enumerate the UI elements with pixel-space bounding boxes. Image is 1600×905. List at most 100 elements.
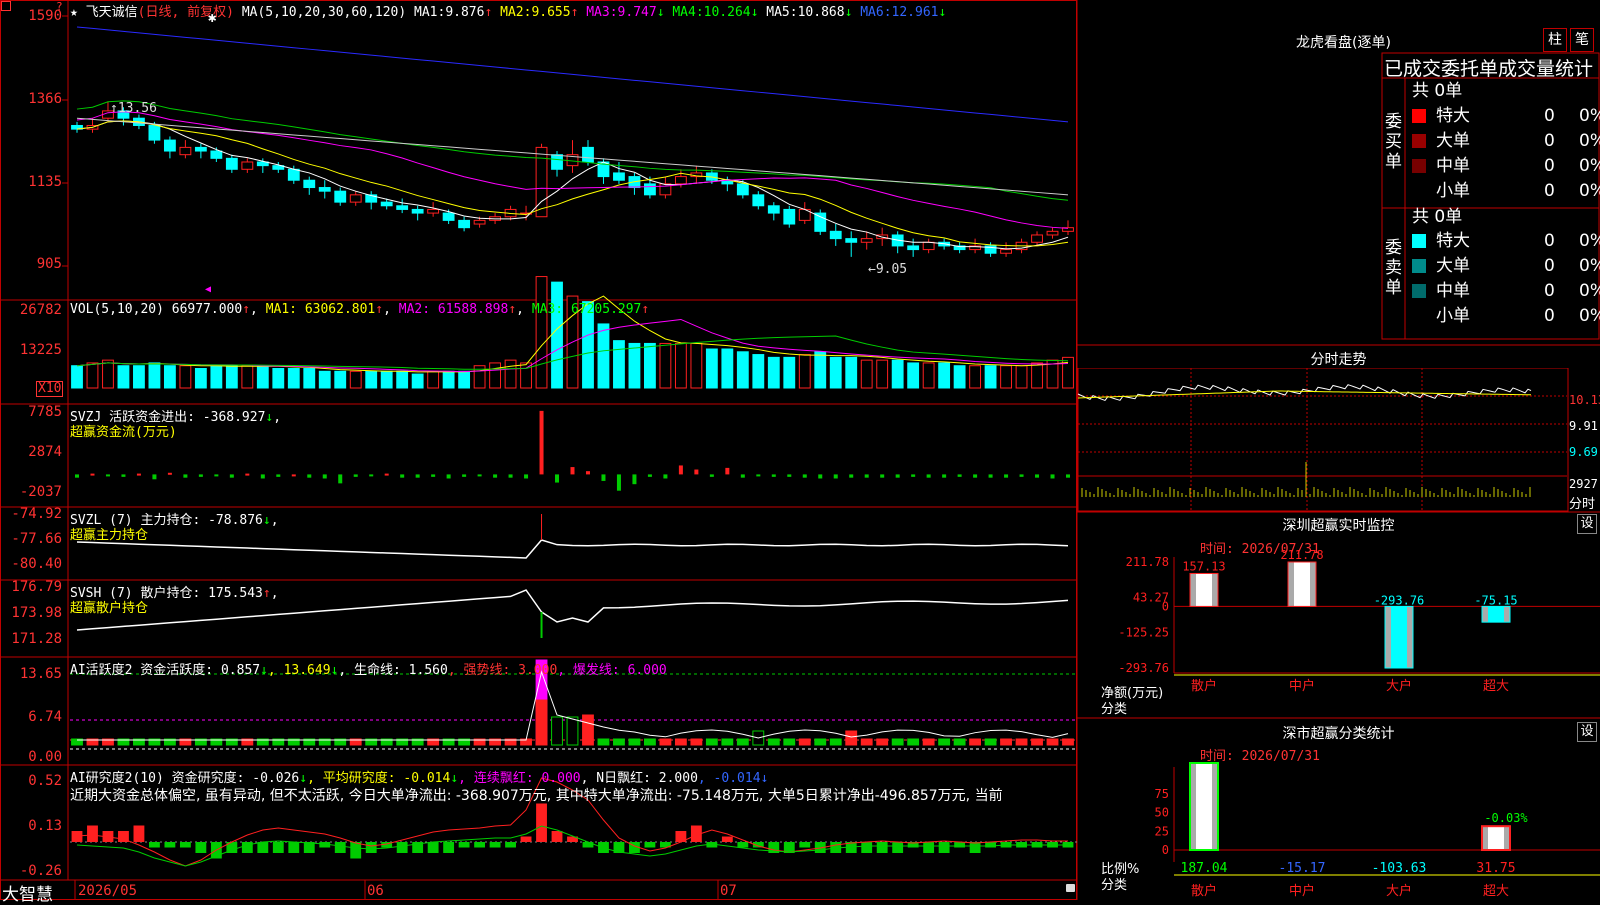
ai1-bar <box>705 738 718 746</box>
ai1-bar <box>674 738 687 746</box>
ai1-bar <box>907 738 920 746</box>
candle-body <box>427 208 440 214</box>
ai1-bar <box>969 738 982 746</box>
svzj-bar <box>632 474 637 485</box>
ai1-bar <box>891 738 904 746</box>
fenshi-vol-tick: 2927 <box>1569 477 1598 491</box>
ai1-bar <box>644 738 656 746</box>
sz-monitor-category: 散户 <box>1191 678 1217 694</box>
ai1-bar <box>582 714 594 746</box>
sell-small-swatch <box>1412 309 1426 323</box>
date-label-jul: 07 <box>720 883 737 899</box>
vol-bar <box>396 370 409 389</box>
sz-monitor-bar-core <box>1488 606 1504 623</box>
ai1-bar <box>690 738 703 746</box>
ai1-bar <box>721 738 734 746</box>
ai2-bar <box>164 842 176 848</box>
vol-bar <box>628 342 641 389</box>
ai2-bar <box>71 831 83 842</box>
ai2-bar <box>87 825 98 842</box>
vol-bar <box>179 365 192 389</box>
candle-body <box>1031 234 1043 243</box>
svzj-bar <box>276 474 281 477</box>
sz-class-extra-label: -0.03% <box>1484 811 1528 825</box>
sz-monitor-tick: -125.25 <box>1118 626 1169 640</box>
sz-class-category: 超大 <box>1483 884 1509 899</box>
svzj-bar <box>988 474 993 478</box>
vol-bar <box>860 359 873 389</box>
svzl-line <box>76 539 1069 559</box>
vol-bar <box>984 365 997 389</box>
vol-bar <box>133 365 145 389</box>
vol-bar <box>102 359 114 389</box>
candle-body <box>1000 249 1012 254</box>
ai2-bar <box>489 842 501 848</box>
vol-bar <box>969 365 982 389</box>
candle-body <box>1046 230 1059 236</box>
sz-class-category: 大户 <box>1386 883 1412 899</box>
candle-body <box>907 245 920 251</box>
sell-row-small: 小单00% <box>1412 304 1600 328</box>
candle-body <box>349 194 362 203</box>
lock-icon[interactable] <box>1066 884 1075 892</box>
candle-body <box>783 208 796 225</box>
candle-body <box>396 205 409 210</box>
buy-huge-swatch <box>1412 109 1426 123</box>
svzj-bar <box>771 474 776 477</box>
candle-body <box>458 219 471 229</box>
candle-body <box>442 212 455 221</box>
candle-body <box>860 238 873 243</box>
candle-body <box>736 183 749 196</box>
sz-monitor-category: 中户 <box>1289 678 1315 694</box>
vol-bar <box>1062 356 1074 389</box>
vol-bar <box>752 354 765 389</box>
ai1-bar <box>1046 738 1059 746</box>
buy-medium-swatch <box>1412 159 1426 173</box>
ai2-bar <box>133 825 145 842</box>
candle-body <box>752 194 765 207</box>
sz-class-tick: 50 <box>1155 806 1169 820</box>
left-charts-svg[interactable] <box>0 0 1077 900</box>
svzj-bar <box>462 474 467 477</box>
ai2-bar <box>799 842 811 848</box>
candle-body <box>845 238 858 243</box>
sz-monitor-value: -75.15 <box>1474 593 1517 607</box>
svzj-bar <box>1050 474 1055 479</box>
sz-class-category: 散户 <box>1191 883 1217 899</box>
sell-side-label: 委卖单 <box>1385 238 1402 298</box>
ai2-bar <box>241 842 253 853</box>
candle-body <box>644 183 656 196</box>
ai2-bar <box>149 842 160 848</box>
sell-large-swatch <box>1412 259 1426 273</box>
ai2-bar <box>179 842 191 848</box>
svzj-bar <box>849 474 854 478</box>
svzj-bar <box>75 474 79 478</box>
vol-bar <box>86 362 99 389</box>
low-price-annotation: ←9.05 <box>868 262 908 277</box>
svzj-bar <box>1066 474 1070 478</box>
vol-bar <box>504 359 517 389</box>
sz-class-value: -103.63 <box>1372 861 1427 876</box>
svzj-bar <box>787 474 792 477</box>
candle-body <box>613 172 625 181</box>
ai1-bar <box>597 738 610 746</box>
sell-row-medium: 中单00% <box>1412 279 1600 303</box>
svzj-bar <box>864 474 869 478</box>
sz-class-value: 187.04 <box>1181 861 1228 876</box>
ai1-bar <box>938 738 951 746</box>
fenshi-chart[interactable] <box>1077 368 1600 512</box>
fenshi-title: 分时走势 <box>1310 352 1367 368</box>
vol-bar <box>1000 365 1012 389</box>
vol-bar <box>458 370 471 389</box>
ai2-bar <box>334 842 346 853</box>
vol-bar <box>365 370 378 389</box>
sz-monitor-tick: 0 <box>1162 599 1169 613</box>
svzj-bar <box>570 467 575 475</box>
svzj-bar <box>1019 474 1024 477</box>
svzj-bar <box>245 473 250 476</box>
ai2-bar <box>644 842 656 848</box>
svzj-bar <box>818 474 823 479</box>
svzj-bar <box>384 473 389 476</box>
ai1-bar <box>1062 738 1074 746</box>
svzj-bar <box>725 467 730 475</box>
